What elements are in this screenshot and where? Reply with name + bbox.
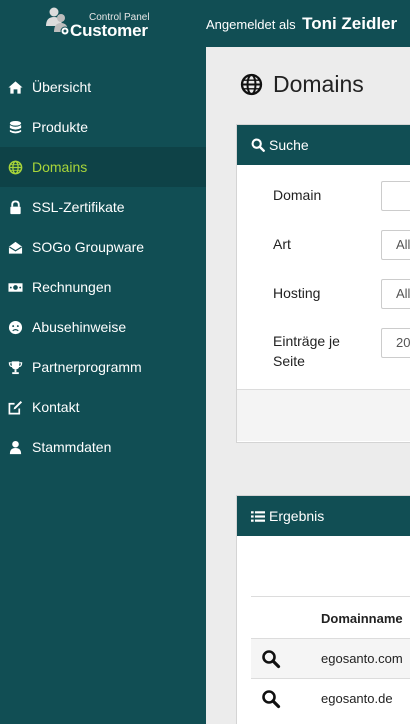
sidebar-item-label: Produkte: [32, 119, 89, 135]
logo[interactable]: Control Panel Customer: [45, 6, 160, 40]
sidebar-item-uebersicht[interactable]: Übersicht: [0, 67, 206, 107]
money-icon: [7, 279, 24, 296]
sidebar-item-kontakt[interactable]: Kontakt: [0, 387, 206, 427]
sidebar-item-label: Kontakt: [32, 399, 80, 415]
type-select[interactable]: Alle: [381, 230, 410, 260]
user-name[interactable]: Toni Zeidler: [302, 14, 397, 33]
search-panel-header: Suche: [237, 125, 410, 165]
sidebar-item-partnerprogramm[interactable]: Partnerprogramm: [0, 347, 206, 387]
per-page-label: Einträge je Seite: [273, 331, 340, 371]
view-details-icon[interactable]: [261, 649, 281, 669]
customer-logo-icon: [46, 7, 70, 36]
table-header: Domainname: [251, 596, 410, 638]
search-panel-footer: [237, 389, 410, 441]
result-panel-header: Ergebnis: [237, 496, 410, 536]
sidebar-item-stammdaten[interactable]: Stammdaten: [0, 427, 206, 467]
sidebar-item-ssl-zertifikate[interactable]: SSL-Zertifikate: [0, 187, 206, 227]
sidebar-item-label: Stammdaten: [32, 439, 112, 455]
per-page-select[interactable]: 20: [381, 328, 410, 358]
edit-icon: [7, 399, 24, 416]
sidebar-item-domains[interactable]: Domains: [0, 147, 206, 187]
search-icon: [251, 138, 265, 152]
page-title: Domains: [240, 71, 364, 98]
list-icon: [251, 510, 265, 522]
hosting-label: Hosting: [273, 285, 321, 301]
page-title-text: Domains: [273, 71, 364, 97]
sidebar-item-label: Abusehinweise: [32, 319, 127, 335]
frown-icon: [7, 319, 24, 336]
domain-name-cell[interactable]: egosanto.com: [321, 651, 403, 666]
sidebar-item-label: Domains: [32, 159, 88, 175]
sidebar: Übersicht Produkte Domains SSL-Zertifika…: [0, 47, 206, 724]
home-icon: [7, 79, 24, 96]
result-panel-title: Ergebnis: [269, 508, 325, 524]
sidebar-item-rechnungen[interactable]: Rechnungen: [0, 267, 206, 307]
search-panel-title: Suche: [269, 137, 309, 153]
result-panel: Ergebnis Domainname egosanto.com egosant…: [236, 495, 410, 724]
lock-icon: [7, 199, 24, 216]
domain-name-cell[interactable]: egosanto.de: [321, 691, 393, 706]
sidebar-item-produkte[interactable]: Produkte: [0, 107, 206, 147]
globe-icon: [7, 159, 24, 176]
sidebar-item-label: SSL-Zertifikate: [32, 199, 125, 215]
login-info: Angemeldet als Toni Zeidler: [206, 14, 397, 34]
type-label: Art: [273, 236, 291, 252]
hosting-select[interactable]: Alle: [381, 279, 410, 309]
domain-input[interactable]: [381, 181, 410, 211]
sidebar-item-label: SOGo Groupware: [32, 239, 145, 255]
user-icon: [7, 439, 24, 456]
sidebar-item-label: Partnerprogramm: [32, 359, 142, 375]
globe-icon: [240, 73, 263, 96]
logo-title: Customer: [70, 21, 148, 40]
sidebar-item-sogo-groupware[interactable]: SOGo Groupware: [0, 227, 206, 267]
trophy-icon: [7, 359, 24, 376]
database-icon: [7, 119, 24, 136]
search-panel: Suche Domain Art Alle Hosting Alle Eintr…: [236, 124, 410, 443]
sidebar-item-abusehinweise[interactable]: Abusehinweise: [0, 307, 206, 347]
per-page-label-line-1: Einträge je: [273, 333, 340, 349]
login-prefix: Angemeldet als: [206, 17, 296, 32]
top-header: Control Panel Customer Angemeldet als To…: [0, 0, 410, 47]
main-content: Domains Suche Domain Art Alle Hosting Al…: [206, 47, 410, 724]
per-page-label-line-2: Seite: [273, 353, 305, 369]
table-row: egosanto.de: [251, 678, 410, 718]
envelope-open-icon: [7, 239, 24, 256]
table-row: egosanto.com: [251, 638, 410, 678]
column-header-domainname[interactable]: Domainname: [321, 611, 403, 626]
domain-label: Domain: [273, 187, 322, 203]
sidebar-item-label: Rechnungen: [32, 279, 112, 295]
sidebar-item-label: Übersicht: [32, 79, 92, 95]
view-details-icon[interactable]: [261, 689, 281, 709]
